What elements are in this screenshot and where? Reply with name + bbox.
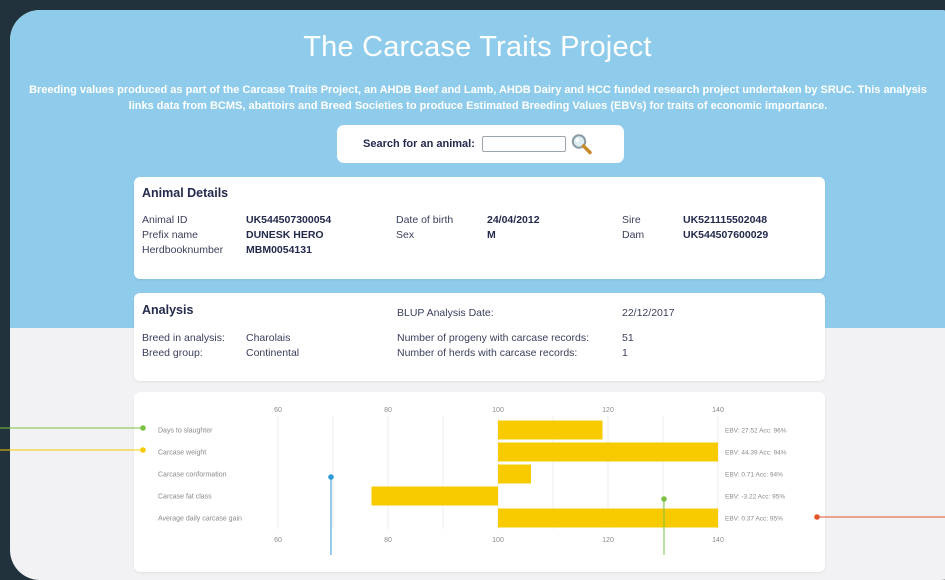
x-tick-label-bottom: 80 (384, 537, 392, 544)
ebv-annotation: EBV: 27.52 Acc: 96% (725, 428, 787, 435)
animal-id-value: UK544507300054 (246, 214, 332, 226)
x-tick-label-top: 80 (384, 407, 392, 414)
category-label: Carcase fat class (158, 494, 212, 501)
breed-group-value: Continental (246, 347, 300, 359)
ebv-annotation: EBV: 0.71 Acc: 94% (725, 472, 783, 479)
analysis-heading: Analysis (142, 303, 194, 317)
ebv-annotation: EBV: -3.22 Acc: 95% (725, 494, 785, 501)
search-panel: Search for an animal: (337, 125, 624, 163)
search-icon[interactable] (570, 133, 594, 155)
sex-value: M (487, 229, 496, 241)
animal-id-label: Animal ID (142, 214, 188, 226)
ebv-bar (371, 486, 498, 506)
ebv-bar (498, 442, 718, 462)
x-tick-label-top: 140 (712, 407, 724, 414)
blup-label: BLUP Analysis Date: (397, 307, 494, 319)
ebv-annotation: EBV: 0.37 Acc: 95% (725, 516, 783, 523)
dob-value: 24/04/2012 (487, 214, 540, 226)
ebv-chart: 60 60 80 80 100 100 120 120 140 140 Days to slaugh… (158, 407, 787, 544)
breed-label: Breed in analysis: (142, 332, 225, 344)
page-subtitle: Breeding values produced as part of the … (29, 84, 927, 112)
x-tick-label-bottom: 100 (492, 537, 504, 544)
hero-banner: The Carcase Traits Project Breeding valu… (10, 10, 945, 328)
category-label: Carcase weight (158, 450, 206, 457)
prefix-label: Prefix name (142, 229, 199, 241)
sire-value[interactable]: UK521115502048 (683, 214, 767, 226)
dob-label: Date of birth (396, 214, 454, 226)
animal-details-heading: Animal Details (142, 186, 229, 200)
animal-details-card: Animal Details Animal ID UK544507300054 … (134, 177, 825, 279)
ebv-bar (498, 464, 531, 484)
category-label: Average daily carcase gain (158, 516, 242, 523)
blup-value: 22/12/2017 (622, 307, 675, 319)
progeny-label: Number of progeny with carcase records: (397, 332, 589, 344)
herds-label: Number of herds with carcase records: (397, 347, 578, 359)
ebv-bar (498, 508, 718, 528)
x-tick-label-bottom: 60 (274, 537, 282, 544)
x-tick-label-top: 100 (492, 407, 504, 414)
search-label: Search for an animal: (363, 138, 475, 150)
sex-label: Sex (396, 229, 415, 241)
dam-label: Dam (622, 229, 645, 241)
herdbook-value: MBM0054131 (246, 244, 312, 256)
category-label: Days to slaughter (158, 428, 213, 435)
progeny-value: 51 (622, 332, 634, 344)
breed-group-label: Breed group: (142, 347, 203, 359)
dam-value[interactable]: UK544507600029 (683, 229, 768, 241)
breed-value: Charolais (246, 332, 291, 344)
x-tick-label-top: 60 (274, 407, 282, 414)
x-tick-label-bottom: 120 (602, 537, 614, 544)
search-input[interactable] (482, 136, 566, 152)
app-screen: The Carcase Traits Project Breeding valu… (10, 10, 945, 580)
category-label: Carcase conformation (158, 472, 227, 479)
ebv-chart-card: 60 60 80 80 100 100 120 120 140 140 Days to slaugh… (134, 392, 825, 572)
prefix-value: DUNESK HERO (246, 229, 324, 241)
herdbook-label: Herdbooknumber (142, 244, 224, 256)
x-tick-label-top: 120 (602, 407, 614, 414)
ebv-bar (498, 420, 603, 440)
ebv-annotation: EBV: 44.39 Acc: 94% (725, 450, 787, 457)
sire-label: Sire (622, 214, 641, 226)
page-title: The Carcase Traits Project (303, 31, 652, 63)
herds-value: 1 (622, 347, 628, 359)
x-tick-label-bottom: 140 (712, 537, 724, 544)
analysis-card: Analysis BLUP Analysis Date: 22/12/2017 … (134, 293, 825, 381)
